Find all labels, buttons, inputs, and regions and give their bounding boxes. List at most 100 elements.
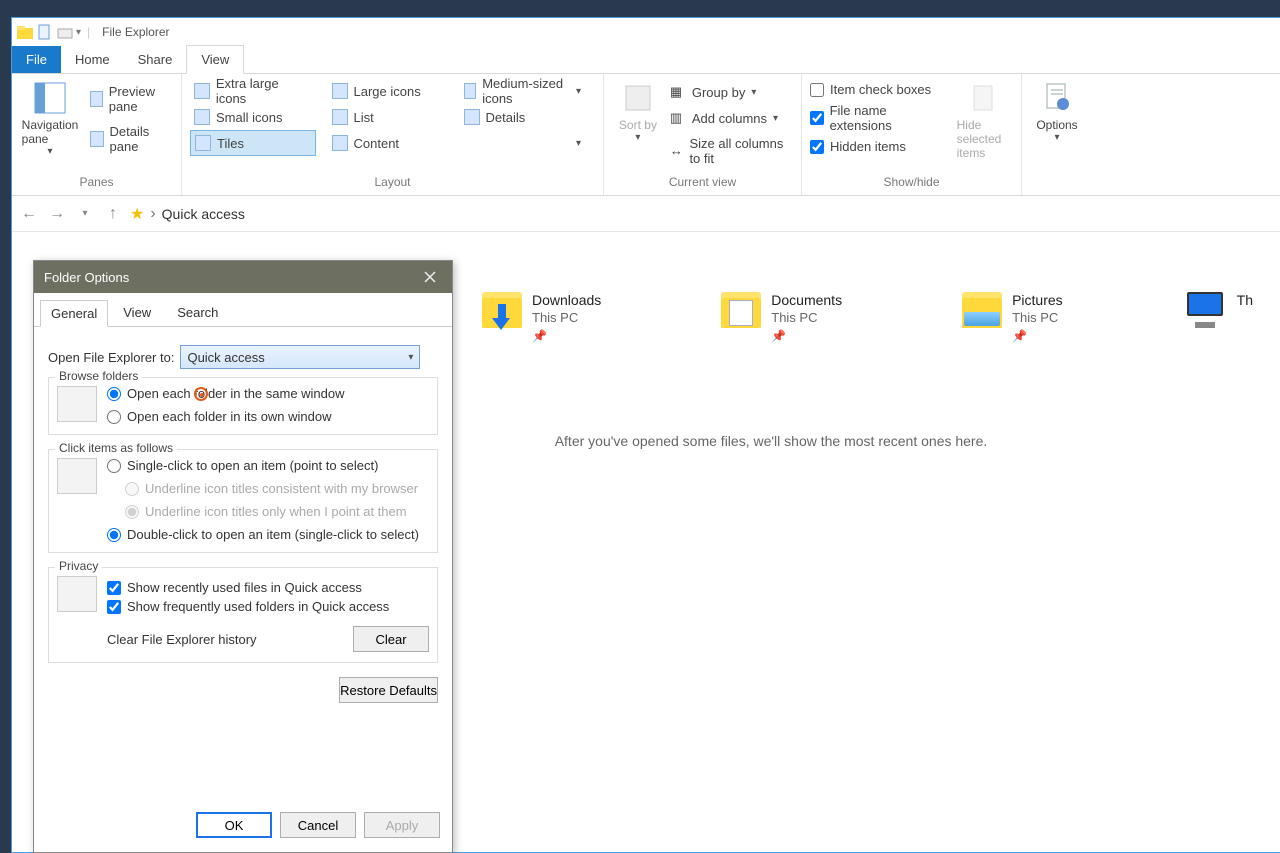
separator: | bbox=[87, 25, 90, 39]
up-button[interactable]: ↑ bbox=[102, 203, 124, 225]
chevron-down-icon: ▾ bbox=[576, 138, 581, 149]
label: Large icons bbox=[354, 84, 421, 99]
chevron-down-icon: ▾ bbox=[408, 352, 413, 363]
preview-pane-icon bbox=[90, 91, 103, 107]
pictures-folder-icon bbox=[962, 292, 1002, 328]
folder-documents[interactable]: Documents This PC 📌 bbox=[721, 292, 842, 343]
layout-small-icons[interactable]: Small icons bbox=[190, 104, 316, 130]
group-legend: Privacy bbox=[55, 559, 102, 573]
folder-name: Documents bbox=[771, 292, 842, 308]
label: File name extensions bbox=[830, 103, 949, 133]
navigation-pane-button[interactable]: Navigation pane ▾ bbox=[20, 78, 80, 161]
hidden-items-toggle[interactable]: Hidden items bbox=[810, 139, 949, 154]
content-icon bbox=[332, 135, 348, 151]
dialog-tab-search[interactable]: Search bbox=[166, 299, 229, 326]
chevron-down-icon: ▾ bbox=[1054, 132, 1059, 143]
label: Show frequently used folders in Quick ac… bbox=[127, 599, 389, 614]
restore-defaults-button[interactable]: Restore Defaults bbox=[339, 677, 438, 703]
folder-this-pc[interactable]: Th bbox=[1183, 292, 1253, 343]
checkbox-frequent-folders[interactable]: Show frequently used folders in Quick ac… bbox=[107, 599, 429, 614]
file-name-extensions-toggle[interactable]: File name extensions bbox=[810, 103, 949, 133]
label: Hide selected items bbox=[957, 118, 1011, 160]
apply-button[interactable]: Apply bbox=[364, 812, 440, 838]
dialog-tab-view[interactable]: View bbox=[112, 299, 162, 326]
layout-content[interactable]: Content bbox=[328, 130, 448, 156]
radio-same-window[interactable]: Open each folder in the same window bbox=[107, 386, 345, 401]
tab-home[interactable]: Home bbox=[61, 46, 124, 73]
folder-location: This PC bbox=[532, 310, 601, 325]
qat-dropdown-icon[interactable]: ▾ bbox=[76, 27, 81, 38]
tab-share[interactable]: Share bbox=[124, 46, 187, 73]
folder-downloads[interactable]: Downloads This PC 📌 bbox=[482, 292, 601, 343]
options-button[interactable]: Options ▾ bbox=[1030, 78, 1084, 147]
add-columns-icon: ▥ bbox=[670, 110, 686, 126]
layout-medium-icons[interactable]: Medium-sized icons ▾ bbox=[460, 78, 586, 104]
options-icon bbox=[1041, 82, 1073, 114]
folder-location: This PC bbox=[1012, 310, 1063, 325]
extra-large-icons-icon bbox=[194, 83, 210, 99]
new-folder-icon[interactable] bbox=[56, 23, 74, 41]
ok-button[interactable]: OK bbox=[196, 812, 272, 838]
layout-extra-large-icons[interactable]: Extra large icons bbox=[190, 78, 316, 104]
privacy-group: Privacy Show recently used files in Quic… bbox=[48, 567, 438, 663]
group-current-view-label: Current view bbox=[612, 171, 793, 195]
cancel-button[interactable]: Cancel bbox=[280, 812, 356, 838]
tab-view[interactable]: View bbox=[186, 45, 244, 74]
pin-icon: 📌 bbox=[532, 329, 601, 343]
sort-by-label: Sort by bbox=[619, 118, 657, 132]
label: Small icons bbox=[216, 110, 282, 125]
layout-details[interactable]: Details bbox=[460, 104, 586, 130]
group-show-hide-label: Show/hide bbox=[810, 171, 1013, 195]
ribbon-tabs: File Home Share View bbox=[12, 46, 1280, 74]
checkbox-recent-files[interactable]: Show recently used files in Quick access bbox=[107, 580, 429, 595]
label: Add columns bbox=[692, 111, 767, 126]
layout-tiles[interactable]: Tiles bbox=[190, 130, 316, 156]
radio-own-window[interactable]: Open each folder in its own window bbox=[107, 409, 345, 424]
preview-pane-button[interactable]: Preview pane bbox=[86, 82, 173, 116]
breadcrumb-quick-access[interactable]: Quick access bbox=[162, 206, 245, 222]
back-button[interactable]: ← bbox=[18, 203, 40, 225]
clear-button[interactable]: Clear bbox=[353, 626, 429, 652]
hide-selected-items-button[interactable]: Hide selected items bbox=[955, 78, 1013, 164]
details-pane-button[interactable]: Details pane bbox=[86, 122, 173, 156]
sort-by-button[interactable]: Sort by ▾ bbox=[612, 78, 664, 147]
radio-single-click[interactable]: Single-click to open an item (point to s… bbox=[107, 458, 419, 473]
size-columns-button[interactable]: ↔Size all columns to fit bbox=[670, 134, 793, 168]
this-pc-icon bbox=[1183, 292, 1227, 328]
label: Open each folder in its own window bbox=[127, 409, 332, 424]
item-check-boxes-toggle[interactable]: Item check boxes bbox=[810, 82, 949, 97]
layout-large-icons[interactable]: Large icons bbox=[328, 78, 448, 104]
recent-locations-button[interactable]: ▾ bbox=[74, 203, 96, 225]
chevron-down-icon: ▾ bbox=[635, 132, 640, 143]
navigation-pane-icon bbox=[34, 82, 66, 114]
label: Extra large icons bbox=[216, 76, 312, 106]
group-by-button[interactable]: ▦Group by ▾ bbox=[670, 82, 793, 102]
dialog-tab-general[interactable]: General bbox=[40, 300, 108, 327]
browse-folders-group: Browse folders Open each folder in the s… bbox=[48, 377, 438, 435]
forward-button[interactable]: → bbox=[46, 203, 68, 225]
window-title: File Explorer bbox=[102, 25, 169, 39]
close-button[interactable] bbox=[418, 265, 442, 289]
properties-icon[interactable] bbox=[36, 23, 54, 41]
tiles-icon bbox=[195, 135, 211, 151]
label: Single-click to open an item (point to s… bbox=[127, 458, 378, 473]
layout-more[interactable]: ▾ bbox=[460, 130, 586, 156]
group-panes-label: Panes bbox=[20, 171, 173, 195]
tab-file[interactable]: File bbox=[12, 46, 61, 73]
pin-icon: 📌 bbox=[1012, 329, 1063, 343]
recent-files-message: After you've opened some files, we'll sh… bbox=[482, 433, 1060, 449]
layout-list[interactable]: List bbox=[328, 104, 448, 130]
label: Open each folder in the same window bbox=[127, 386, 345, 401]
label: Content bbox=[354, 136, 400, 151]
radio-double-click[interactable]: Double-click to open an item (single-cli… bbox=[107, 527, 419, 542]
quick-access-star-icon[interactable]: ★ bbox=[130, 204, 144, 224]
navigation-pane-label: Navigation pane bbox=[22, 118, 79, 146]
label: Medium-sized icons bbox=[482, 76, 570, 106]
dialog-titlebar[interactable]: Folder Options bbox=[34, 261, 452, 293]
folder-pictures[interactable]: Pictures This PC 📌 bbox=[962, 292, 1063, 343]
clear-history-label: Clear File Explorer history bbox=[107, 632, 257, 647]
add-columns-button[interactable]: ▥Add columns ▾ bbox=[670, 108, 793, 128]
privacy-icon bbox=[57, 576, 97, 612]
close-icon bbox=[424, 271, 436, 283]
open-explorer-to-dropdown[interactable]: Quick access ▾ bbox=[180, 345, 420, 369]
